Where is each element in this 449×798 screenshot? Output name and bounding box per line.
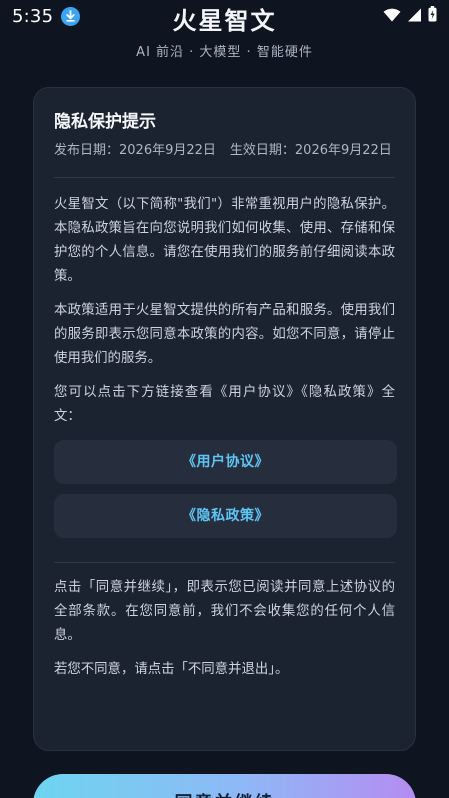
policy-paragraph: 您可以点击下方链接查看《用户协议》《隐私政策》全文： xyxy=(54,385,395,424)
divider xyxy=(54,177,395,178)
decline-paragraph: 若您不同意，请点击「不同意并退出」。 xyxy=(54,662,289,677)
policy-paragraph: 火星智文（以下简称"我们"）非常重视用户的隐私保护。本隐私政策旨在向您说明我们如… xyxy=(54,197,395,284)
divider xyxy=(54,562,395,563)
policy-paragraph: 本政策适用于火星智文提供的所有产品和服务。使用我们的服务即表示您同意本政策的内容… xyxy=(54,303,395,366)
app-subtitle: AI 前沿 · 大模型 · 智能硬件 xyxy=(136,45,313,60)
consent-paragraph: 点击「同意并继续」，即表示您已阅读并同意上述协议的全部条款。在您同意前，我们不会… xyxy=(54,580,395,643)
agree-continue-button[interactable]: 同意并继续 xyxy=(33,774,416,798)
policy-title: 隐私保护提示 xyxy=(54,112,156,132)
privacy-policy-link[interactable]: 《隐私政策》 xyxy=(54,494,397,538)
effective-date: 生效日期：2026年9月22日 xyxy=(229,143,392,158)
user-agreement-link[interactable]: 《用户协议》 xyxy=(54,440,397,484)
policy-dates: 发布日期：2026年9月22日 生效日期：2026年9月22日 xyxy=(54,139,395,163)
privacy-card: 隐私保护提示 发布日期：2026年9月22日 生效日期：2026年9月22日 火星… xyxy=(33,87,416,751)
app-title: 火星智文 xyxy=(172,7,277,35)
publish-date: 发布日期：2026年9月22日 xyxy=(54,143,216,158)
